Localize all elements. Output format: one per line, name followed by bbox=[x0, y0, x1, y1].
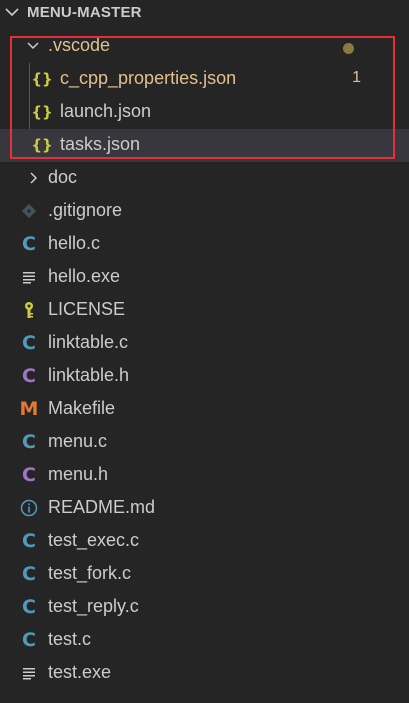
explorer-root-title: MENU-MASTER bbox=[27, 4, 142, 21]
explorer-header[interactable]: MENU-MASTER bbox=[0, 0, 409, 28]
file-label: linktable.h bbox=[48, 365, 130, 385]
c-file-icon: C bbox=[22, 629, 36, 651]
file-test-exe[interactable]: test.exe bbox=[0, 657, 409, 690]
annotation-highlight-box bbox=[10, 36, 395, 159]
makefile-icon: M bbox=[19, 398, 39, 420]
file-label: test.exe bbox=[48, 662, 112, 682]
license-key-icon bbox=[19, 300, 39, 320]
file-license[interactable]: LICENSE bbox=[0, 294, 409, 327]
file-hello-c[interactable]: C hello.c bbox=[0, 228, 409, 261]
file-menu-h[interactable]: C menu.h bbox=[0, 459, 409, 492]
file-label: README.md bbox=[48, 497, 156, 517]
file-label: hello.exe bbox=[48, 266, 121, 286]
folder-doc-label: doc bbox=[48, 167, 78, 187]
file-gitignore[interactable]: .gitignore bbox=[0, 195, 409, 228]
c-file-icon: C bbox=[22, 596, 36, 618]
file-hello-exe[interactable]: hello.exe bbox=[0, 261, 409, 294]
git-icon bbox=[19, 201, 39, 221]
file-label: test.c bbox=[48, 629, 92, 649]
file-test-exec-c[interactable]: C test_exec.c bbox=[0, 525, 409, 558]
file-label: menu.h bbox=[48, 464, 109, 484]
file-menu-c[interactable]: C menu.c bbox=[0, 426, 409, 459]
file-label: LICENSE bbox=[48, 299, 126, 319]
file-label: test_fork.c bbox=[48, 563, 132, 583]
file-readme-md[interactable]: README.md bbox=[0, 492, 409, 525]
file-linktable-h[interactable]: C linktable.h bbox=[0, 360, 409, 393]
chevron-down-icon bbox=[5, 8, 19, 17]
file-label: test_exec.c bbox=[48, 530, 140, 550]
c-file-icon: C bbox=[22, 332, 36, 354]
c-file-icon: C bbox=[22, 431, 36, 453]
file-makefile[interactable]: M Makefile bbox=[0, 393, 409, 426]
file-label: Makefile bbox=[48, 398, 116, 418]
text-lines-icon bbox=[19, 267, 39, 287]
h-file-icon: C bbox=[22, 365, 36, 387]
file-label: test_reply.c bbox=[48, 596, 139, 616]
c-file-icon: C bbox=[22, 233, 36, 255]
h-file-icon: C bbox=[22, 464, 36, 486]
file-label: hello.c bbox=[48, 233, 101, 253]
file-test-reply-c[interactable]: C test_reply.c bbox=[0, 591, 409, 624]
c-file-icon: C bbox=[22, 563, 36, 585]
chevron-right-icon bbox=[23, 168, 43, 188]
file-label: linktable.c bbox=[48, 332, 129, 352]
file-test-c[interactable]: C test.c bbox=[0, 624, 409, 657]
file-label: .gitignore bbox=[48, 200, 123, 220]
text-lines-icon bbox=[19, 663, 39, 683]
file-label: menu.c bbox=[48, 431, 108, 451]
file-linktable-c[interactable]: C linktable.c bbox=[0, 327, 409, 360]
file-test-fork-c[interactable]: C test_fork.c bbox=[0, 558, 409, 591]
folder-doc[interactable]: doc bbox=[0, 162, 409, 195]
c-file-icon: C bbox=[22, 530, 36, 552]
info-icon bbox=[19, 498, 39, 518]
